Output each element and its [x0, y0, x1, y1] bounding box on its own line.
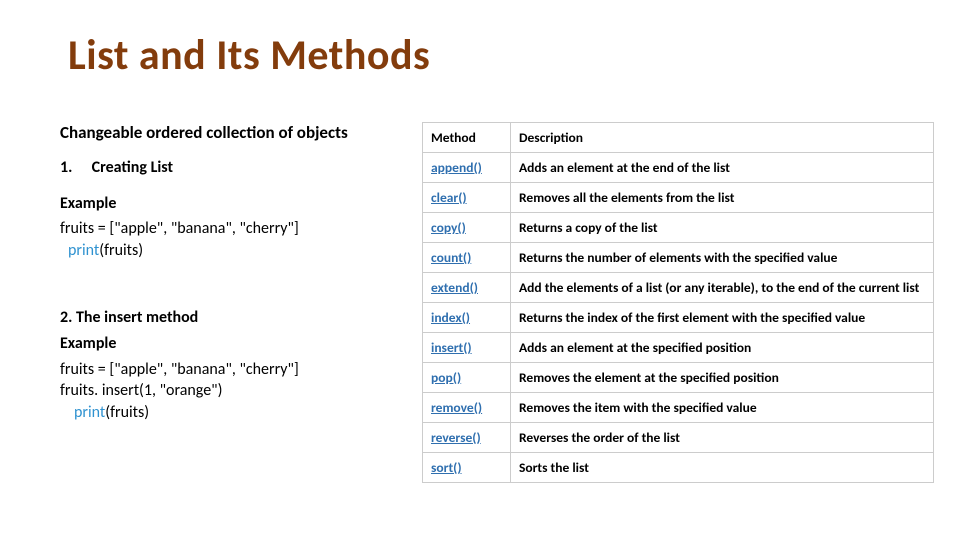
- method-link[interactable]: sort(): [431, 459, 462, 476]
- description-cell: Sorts the list: [511, 453, 934, 483]
- method-cell: sort(): [423, 453, 511, 483]
- method-cell: insert(): [423, 333, 511, 363]
- print-keyword: print: [68, 241, 99, 260]
- table-row: clear() Removes all the elements from the…: [423, 183, 934, 213]
- method-link[interactable]: reverse(): [431, 429, 481, 446]
- description-cell: Adds an element at the specified positio…: [511, 333, 934, 363]
- method-cell: index(): [423, 303, 511, 333]
- table-row: count() Returns the number of elements wi…: [423, 243, 934, 273]
- section-1-title: Creating List: [92, 158, 173, 177]
- method-link[interactable]: append(): [431, 159, 482, 176]
- page-title: List and Its Methods: [68, 30, 430, 81]
- table-header-row: Method Description: [423, 123, 934, 153]
- description-cell: Returns a copy of the list: [511, 213, 934, 243]
- slide: List and Its Methods Changeable ordered …: [0, 0, 960, 540]
- section-2-heading: 2. The insert method: [60, 307, 410, 329]
- code-line: print(fruits): [60, 240, 410, 262]
- table-row: extend() Add the elements of a list (or a…: [423, 273, 934, 303]
- code-line: print(fruits): [60, 402, 410, 424]
- code-line: fruits = ["apple", "banana", "cherry"]: [60, 218, 410, 240]
- method-cell: append(): [423, 153, 511, 183]
- method-cell: clear(): [423, 183, 511, 213]
- method-cell: count(): [423, 243, 511, 273]
- subtitle: Changeable ordered collection of objects: [60, 122, 410, 145]
- description-cell: Returns the number of elements with the …: [511, 243, 934, 273]
- description-cell: Removes the item with the specified valu…: [511, 393, 934, 423]
- section-1-heading: 1. Creating List: [60, 157, 410, 179]
- method-cell: copy(): [423, 213, 511, 243]
- col-header-method: Method: [423, 123, 511, 153]
- code-line: fruits = ["apple", "banana", "cherry"]: [60, 359, 410, 381]
- description-cell: Reverses the order of the list: [511, 423, 934, 453]
- table-row: pop() Removes the element at the specifie…: [423, 363, 934, 393]
- example-label-1: Example: [60, 193, 410, 215]
- table-row: insert() Adds an element at the specified…: [423, 333, 934, 363]
- table-row: copy() Returns a copy of the list: [423, 213, 934, 243]
- print-args: (fruits): [99, 241, 143, 260]
- table-row: append() Adds an element at the end of th…: [423, 153, 934, 183]
- left-column: Changeable ordered collection of objects…: [60, 122, 410, 469]
- table-row: sort() Sorts the list: [423, 453, 934, 483]
- description-cell: Returns the index of the first element w…: [511, 303, 934, 333]
- table-row: index() Returns the index of the first el…: [423, 303, 934, 333]
- method-link[interactable]: index(): [431, 309, 470, 326]
- table-row: reverse() Reverses the order of the list: [423, 423, 934, 453]
- print-args: (fruits): [105, 403, 149, 422]
- description-cell: Adds an element at the end of the list: [511, 153, 934, 183]
- method-link[interactable]: pop(): [431, 369, 461, 386]
- example-label-2: Example: [60, 333, 410, 355]
- methods-table: Method Description append() Adds an eleme…: [422, 122, 934, 483]
- code-block-1: fruits = ["apple", "banana", "cherry"] p…: [60, 218, 410, 261]
- table-row: remove() Removes the item with the specif…: [423, 393, 934, 423]
- method-link[interactable]: insert(): [431, 339, 472, 356]
- method-link[interactable]: remove(): [431, 399, 482, 416]
- section-1-number: 1.: [60, 157, 88, 179]
- print-keyword: print: [74, 403, 105, 422]
- method-link[interactable]: clear(): [431, 189, 467, 206]
- col-header-description: Description: [511, 123, 934, 153]
- description-cell: Removes the element at the specified pos…: [511, 363, 934, 393]
- method-link[interactable]: count(): [431, 249, 471, 266]
- description-cell: Removes all the elements from the list: [511, 183, 934, 213]
- method-link[interactable]: extend(): [431, 279, 478, 296]
- code-line: fruits. insert(1, "orange"): [60, 380, 410, 402]
- method-cell: reverse(): [423, 423, 511, 453]
- method-cell: pop(): [423, 363, 511, 393]
- method-link[interactable]: copy(): [431, 219, 466, 236]
- method-cell: extend(): [423, 273, 511, 303]
- method-cell: remove(): [423, 393, 511, 423]
- code-block-2: fruits = ["apple", "banana", "cherry"] f…: [60, 359, 410, 424]
- description-cell: Add the elements of a list (or any itera…: [511, 273, 934, 303]
